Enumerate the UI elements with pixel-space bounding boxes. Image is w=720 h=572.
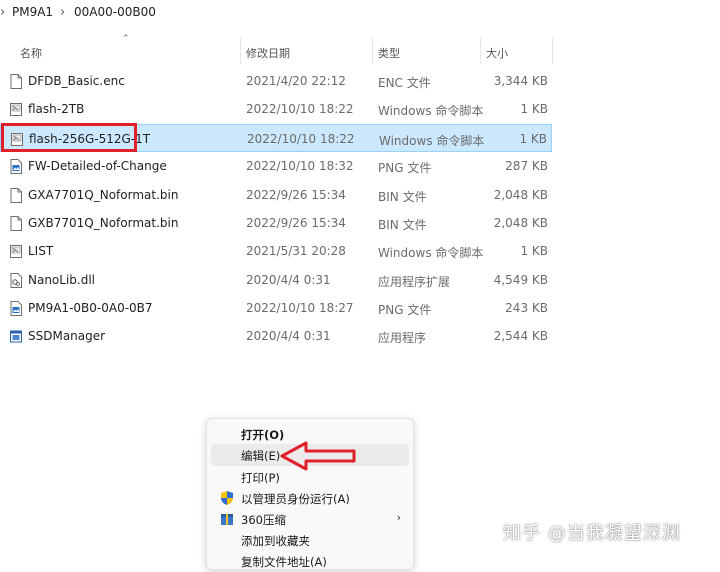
column-divider[interactable] — [372, 38, 373, 64]
column-header-bar — [0, 38, 720, 64]
file-name: PM9A1-0B0-0A0-0B7 — [28, 301, 153, 315]
script-file-icon — [10, 103, 22, 116]
menu-item-label: 添加到收藏夹 — [241, 534, 310, 548]
breadcrumb-item-pm9a1[interactable]: PM9A1 — [12, 5, 53, 19]
file-type: Windows 命令脚本 — [378, 104, 484, 118]
file-size: 2,048 KB — [493, 216, 548, 230]
file-type: 应用程序 — [378, 331, 427, 345]
file-type: BIN 文件 — [378, 190, 427, 204]
file-date: 2022/10/10 18:22 — [247, 132, 355, 146]
file-date: 2020/4/4 0:31 — [246, 273, 331, 287]
column-header-type[interactable]: 类型 — [378, 45, 400, 61]
file-name: DFDB_Basic.enc — [28, 74, 125, 88]
watermark: 知乎 @当我凝望深渊 — [503, 523, 681, 544]
breadcrumb: › PM9A1 › 00A00-00B00 — [0, 0, 720, 28]
file-size: 287 KB — [505, 159, 548, 173]
file-size: 3,344 KB — [493, 74, 548, 88]
file-row[interactable]: PM9A1-0B0-0A0-0B7 2022/10/10 18:27 PNG 文… — [0, 294, 552, 322]
file-name: FW-Detailed-of-Change — [28, 159, 167, 173]
app-file-icon — [10, 330, 22, 343]
file-type: 应用程序扩展 — [378, 275, 451, 289]
sort-ascending-icon: ⌃ — [122, 34, 130, 44]
file-row[interactable]: NanoLib.dll 2020/4/4 0:31 应用程序扩展 4,549 K… — [0, 266, 552, 294]
blank-file-icon — [10, 216, 22, 231]
menu-item-label: 以管理员身份运行(A) — [241, 492, 350, 506]
file-type: Windows 命令脚本 — [378, 246, 484, 260]
file-type: PNG 文件 — [378, 303, 432, 317]
image-file-icon — [10, 301, 22, 316]
file-type: Windows 命令脚本 — [379, 134, 485, 148]
chevron-right-icon: › — [396, 511, 401, 524]
menu-item-label: 编辑(E) — [241, 449, 281, 463]
file-row[interactable]: GXB7701Q_Noformat.bin 2022/9/26 15:34 BI… — [0, 209, 552, 237]
menu-item-label: 打印(P) — [241, 471, 280, 485]
menu-item-copy-path[interactable]: 复制文件地址(A) — [211, 550, 409, 572]
file-size: 1 KB — [519, 132, 547, 146]
image-file-icon — [10, 159, 22, 174]
file-name: flash-2TB — [28, 102, 85, 116]
script-file-icon — [10, 245, 22, 258]
file-row[interactable]: SSDManager 2020/4/4 0:31 应用程序 2,544 KB — [0, 322, 552, 350]
file-row[interactable]: LIST 2021/5/31 20:28 Windows 命令脚本 1 KB — [0, 237, 552, 265]
file-type: BIN 文件 — [378, 218, 427, 232]
menu-item-add-favorite[interactable]: 添加到收藏夹 — [211, 529, 409, 551]
file-row[interactable]: flash-2TB 2022/10/10 18:22 Windows 命令脚本 … — [0, 95, 552, 123]
file-date: 2021/4/20 22:12 — [246, 74, 346, 88]
file-size: 1 KB — [520, 102, 548, 116]
column-header-date[interactable]: 修改日期 — [246, 45, 290, 61]
file-date: 2022/10/10 18:22 — [246, 102, 354, 116]
file-row[interactable]: GXA7701Q_Noformat.bin 2022/9/26 15:34 BI… — [0, 181, 552, 209]
file-name: NanoLib.dll — [28, 273, 96, 287]
file-date: 2022/9/26 15:34 — [246, 216, 346, 230]
column-divider[interactable] — [552, 38, 553, 64]
menu-item-run-as-admin[interactable]: 以管理员身份运行(A) — [211, 487, 409, 509]
column-header-size[interactable]: 大小 — [486, 45, 508, 61]
column-divider[interactable] — [240, 38, 241, 64]
file-date: 2022/9/26 15:34 — [246, 188, 346, 202]
file-name: LIST — [28, 244, 54, 258]
file-size: 243 KB — [505, 301, 548, 315]
file-date: 2021/5/31 20:28 — [246, 244, 346, 258]
blank-file-icon — [10, 74, 22, 89]
breadcrumb-separator-icon[interactable]: › — [0, 5, 5, 20]
menu-item-360-compress[interactable]: 360压缩 › — [211, 508, 409, 530]
column-divider[interactable] — [480, 38, 481, 64]
menu-item-label: 打开(O) — [241, 428, 285, 442]
arrow-annotation-icon — [280, 441, 356, 471]
file-name: SSDManager — [28, 329, 106, 343]
shield-icon — [221, 491, 233, 505]
file-type: ENC 文件 — [378, 76, 431, 90]
file-name: GXA7701Q_Noformat.bin — [28, 188, 179, 202]
file-type: PNG 文件 — [378, 161, 432, 175]
highlight-box — [1, 123, 137, 152]
breadcrumb-separator-icon[interactable]: › — [60, 5, 65, 20]
archive-icon — [221, 514, 233, 525]
file-size: 2,048 KB — [493, 188, 548, 202]
menu-item-label: 360压缩 — [241, 513, 286, 527]
file-date: 2020/4/4 0:31 — [246, 329, 331, 343]
file-size: 4,549 KB — [493, 273, 548, 287]
file-date: 2022/10/10 18:27 — [246, 301, 354, 315]
file-row[interactable]: FW-Detailed-of-Change 2022/10/10 18:32 P… — [0, 152, 552, 180]
dll-file-icon — [10, 273, 22, 288]
file-name: GXB7701Q_Noformat.bin — [28, 216, 179, 230]
menu-item-label: 复制文件地址(A) — [241, 555, 327, 569]
column-header-name[interactable]: 名称 — [20, 45, 42, 61]
file-row[interactable]: DFDB_Basic.enc 2021/4/20 22:12 ENC 文件 3,… — [0, 67, 552, 95]
file-size: 1 KB — [520, 244, 548, 258]
breadcrumb-item-folder[interactable]: 00A00-00B00 — [74, 5, 156, 19]
file-size: 2,544 KB — [493, 329, 548, 343]
file-date: 2022/10/10 18:32 — [246, 159, 354, 173]
blank-file-icon — [10, 188, 22, 203]
